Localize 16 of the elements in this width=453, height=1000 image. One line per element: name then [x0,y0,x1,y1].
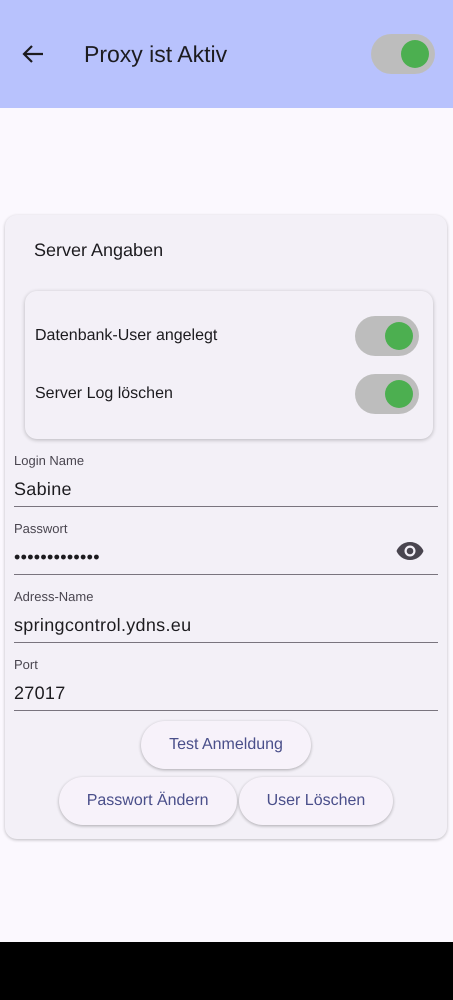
app-title: Proxy ist Aktiv [84,40,228,69]
switch-label: Server Log löschen [35,384,173,404]
action-button[interactable]: User Löschen [238,777,394,825]
input-field[interactable]: Passwort ••••••••••••• [14,507,438,575]
toggle-switch[interactable] [371,34,435,74]
switch-label: Datenbank-User angelegt [35,326,218,346]
input-field[interactable]: Login Name Sabine [14,439,438,507]
eye-icon[interactable] [396,541,424,561]
card-title: Server Angaben [34,239,164,262]
back-icon[interactable] [22,44,44,64]
toggle-switch[interactable] [355,316,419,356]
action-button[interactable]: Test Anmeldung [141,721,311,769]
input-field[interactable]: Adress-Name springcontrol.ydns.eu [14,575,438,643]
toggle-switch[interactable] [355,374,419,414]
input-field[interactable]: Port 27017 [14,643,438,711]
action-button[interactable]: Passwort Ändern [58,777,237,825]
